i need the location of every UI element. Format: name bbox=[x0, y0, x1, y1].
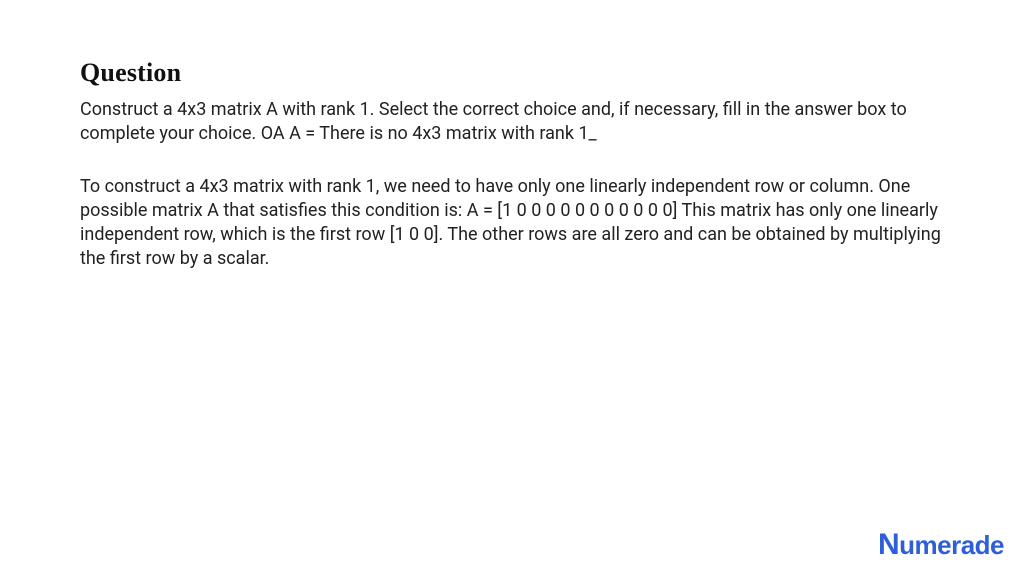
content-area: Question Construct a 4x3 matrix A with r… bbox=[0, 0, 1024, 272]
brand-logo-cap: N bbox=[878, 528, 899, 561]
brand-logo: Numerade bbox=[878, 528, 1004, 562]
question-text: Construct a 4x3 matrix A with rank 1. Se… bbox=[80, 98, 944, 147]
question-heading: Question bbox=[80, 58, 944, 88]
brand-logo-rest: umerade bbox=[899, 530, 1004, 560]
answer-text: To construct a 4x3 matrix with rank 1, w… bbox=[80, 175, 944, 272]
